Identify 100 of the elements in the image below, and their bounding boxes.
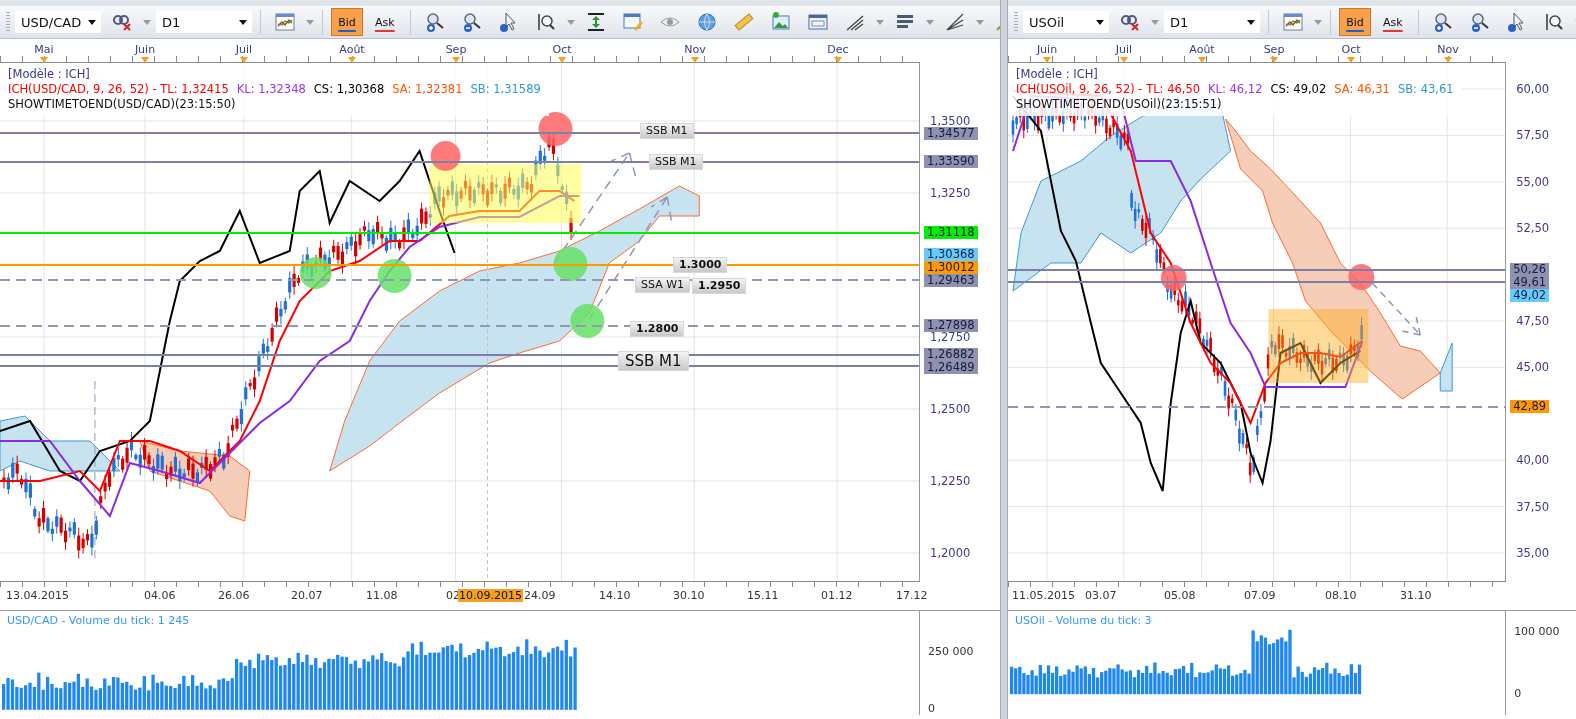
price-tick-label: 1,3250 (930, 186, 971, 200)
month-label: Juin (134, 43, 156, 56)
volume-title: USD/CAD - Volume du tick: 1 245 (6, 613, 191, 629)
chart-annotation: 1.2950 (692, 278, 747, 294)
signal-marker (430, 141, 461, 171)
picture-icon[interactable] (769, 11, 792, 33)
signal-marker (553, 247, 588, 281)
price-label: 50,26 (1510, 263, 1550, 277)
price-label: 1,33590 (924, 155, 978, 169)
price-tick-label: 57,50 (1516, 128, 1550, 143)
price-tick-label: 1,2250 (930, 474, 971, 488)
symbol-dropdown[interactable]: USOil (1023, 11, 1109, 33)
chart-icon[interactable] (1282, 11, 1304, 33)
price-tick-label: 40,00 (1516, 453, 1550, 468)
symbol-dropdown[interactable]: USD/CAD (15, 11, 101, 33)
quote-toggle-button[interactable]: Bid (331, 8, 363, 36)
indicator-value: ICH(USD/CAD, 9, 26, 52) - TL: 1,32415 (8, 82, 229, 97)
month-label: Dec (827, 43, 849, 56)
volume-tick-label: 100 000 (1514, 624, 1560, 638)
date-label: 11.08 (365, 589, 399, 602)
price-label: 42,89 (1510, 400, 1550, 414)
indicator-value: CS: 49,02 (1270, 82, 1327, 97)
toolbar-grip[interactable] (1014, 12, 1018, 32)
signal-marker (570, 304, 605, 338)
chart-annotation: SSB M1 (649, 154, 703, 170)
date-label: 24.09 (523, 589, 557, 602)
signal-marker (299, 257, 332, 289)
month-marker-icon (834, 57, 842, 63)
quote-toggle-button[interactable]: Bid (1339, 8, 1371, 36)
price-tick-label: 35,00 (1516, 546, 1550, 560)
price-label: 1,31118 (924, 226, 978, 240)
signal-marker (377, 259, 412, 293)
dropdown-arrow-icon[interactable] (88, 19, 96, 25)
month-label: Oct (552, 43, 572, 56)
price-tick-label: 60,00 (1516, 82, 1550, 96)
quote-toggle-button[interactable]: Ask (368, 8, 402, 36)
indicator-value: SB: 43,61 (1397, 82, 1454, 97)
month-label: Août (1189, 43, 1215, 56)
date-label: 11.05.2015 (1011, 589, 1076, 602)
date-label: 01.12 (820, 589, 854, 602)
month-marker-icon (558, 57, 566, 63)
month-marker-icon (691, 57, 699, 63)
timer-label: SHOWTIMETOEND(USD/CAD)(23:15:50) (8, 97, 237, 112)
price-tick-label: 52,50 (1516, 221, 1550, 236)
chart-annotation: SSB M1 (618, 351, 689, 371)
date-label: 26.06 (217, 589, 251, 602)
price-tick-label: 1,3500 (930, 114, 971, 128)
month-label: Nov (1437, 43, 1459, 56)
date-label: 20.07 (290, 589, 324, 602)
timeframe-dropdown[interactable]: D1 (1164, 11, 1260, 33)
price-label: 1,34577 (924, 126, 978, 140)
indicator-value: KL: 1,32348 (236, 82, 306, 97)
date-label: 08.10 (1324, 589, 1358, 602)
window-edit-icon[interactable] (621, 11, 644, 33)
price-label: 1,26489 (924, 361, 978, 375)
toolbar-grip[interactable] (6, 12, 10, 32)
price-label: 1,27898 (924, 319, 978, 333)
date-label: 30.10 (672, 589, 706, 602)
date-label: 17.12 (895, 589, 929, 602)
chart-annotation: SSA W1 (635, 277, 691, 293)
indicator-value: ICH(USOil, 9, 26, 52) - TL: 46,50 (1016, 82, 1201, 97)
price-tick-label: 1,2000 (930, 546, 971, 560)
globe-icon[interactable] (695, 11, 718, 33)
month-label: Sep (445, 43, 467, 56)
dropdown-arrow-icon[interactable] (239, 19, 247, 25)
price-label: 1,30368 (924, 247, 978, 261)
model-label: [Modèle : ICH] (1016, 67, 1099, 82)
date-label: 15.11 (746, 589, 780, 602)
dropdown-arrow-icon[interactable] (1247, 19, 1255, 25)
date-label: 05.08 (1163, 589, 1197, 602)
month-label: Juin (1036, 43, 1058, 56)
date-label: 14.10 (598, 589, 632, 602)
indicator-value: SA: 46,31 (1334, 82, 1390, 97)
price-tick-label: 55,00 (1516, 174, 1550, 189)
month-label: Oct (1341, 43, 1361, 56)
month-label: Nov (684, 43, 706, 56)
chart-annotation: 1.3000 (673, 257, 728, 273)
price-label: 1,26882 (924, 348, 978, 362)
model-label: [Modèle : ICH] (8, 67, 91, 82)
window-icon[interactable] (806, 11, 829, 33)
quote-toggle-button[interactable]: Ask (1376, 8, 1410, 36)
price-tick-label: 45,00 (1516, 360, 1550, 375)
date-label: 07.09 (1243, 589, 1277, 602)
dashed-arrow (1371, 282, 1421, 336)
dropdown-arrow-icon[interactable] (1096, 19, 1104, 25)
signal-marker (538, 112, 573, 146)
volume-tick-label: 0 (928, 701, 936, 715)
chart-annotation: 1.2800 (630, 321, 685, 337)
price-tick-label: 47,50 (1516, 314, 1550, 328)
month-label: Juil (235, 43, 253, 56)
price-tick-label: 37,50 (1516, 499, 1550, 514)
volume-tick-label: 0 (1514, 686, 1522, 700)
month-label: Juil (1115, 43, 1133, 56)
date-label: 10.09.2015 (458, 589, 523, 602)
chart-icon[interactable] (274, 11, 296, 33)
month-label: Mai (34, 43, 54, 56)
timeframe-dropdown[interactable]: D1 (156, 11, 252, 33)
price-tick-label: 1,2500 (930, 402, 971, 416)
chart-annotation: SSB M1 (640, 123, 694, 139)
date-label: 13.04.2015 (5, 589, 70, 602)
